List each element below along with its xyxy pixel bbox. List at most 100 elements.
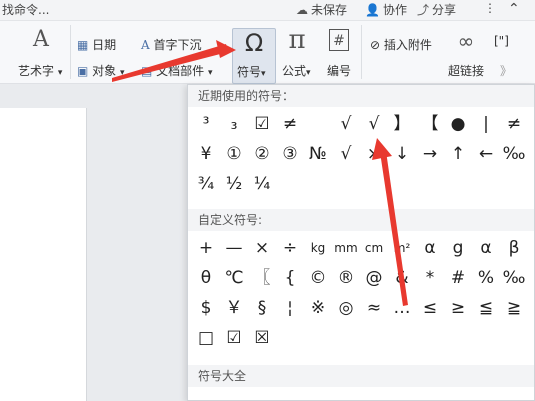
symbol-cell[interactable]: m²: [388, 235, 416, 261]
calendar-icon: ▦: [77, 38, 89, 52]
all-symbols-heading[interactable]: 符号大全: [188, 365, 534, 387]
symbol-cell[interactable]: ②: [248, 141, 276, 167]
symbol-cell[interactable]: 【: [416, 111, 444, 137]
symbol-cell[interactable]: ÷: [276, 235, 304, 261]
symbol-cell[interactable]: mm: [332, 235, 360, 261]
symbol-cell[interactable]: @: [360, 265, 388, 291]
symbol-cell[interactable]: |: [472, 111, 500, 137]
object-button[interactable]: ▣ 对象 ▾: [77, 62, 125, 79]
unsaved-status[interactable]: ☁ 未保存: [296, 1, 347, 18]
dropdown-caret-icon: ▾: [120, 68, 125, 78]
share-button[interactable]: ⤴ 分享: [417, 1, 456, 18]
symbol-cell[interactable]: ≈: [360, 295, 388, 321]
symbol-cell[interactable]: ☒: [248, 325, 276, 351]
document-parts-button[interactable]: ▤ 文档部件 ▾: [141, 62, 213, 79]
symbol-cell[interactable]: →: [416, 141, 444, 167]
dropdown-caret-icon: ▾: [208, 68, 213, 78]
symbol-cell[interactable]: ×: [360, 141, 388, 167]
symbol-cell[interactable]: #: [444, 265, 472, 291]
top-bar: 找命令... ☁ 未保存 👤 协作 ⤴ 分享 ⋮ ⌃: [0, 0, 535, 21]
symbol-cell[interactable]: …: [388, 295, 416, 321]
symbol-cell[interactable]: ①: [220, 141, 248, 167]
symbol-cell[interactable]: ‰: [500, 141, 528, 167]
symbol-cell[interactable]: ≦: [472, 295, 500, 321]
symbol-cell[interactable]: ®: [332, 265, 360, 291]
insert-attachment-button[interactable]: ⊘ 插入附件: [370, 36, 432, 53]
symbol-cell[interactable]: ≤: [416, 295, 444, 321]
symbol-cell[interactable]: $: [192, 295, 220, 321]
symbol-cell[interactable]: *: [416, 265, 444, 291]
symbol-cell[interactable]: §: [248, 295, 276, 321]
document-page[interactable]: [0, 108, 87, 401]
symbol-cell[interactable]: ↑: [444, 141, 472, 167]
symbol-cell[interactable]: [304, 111, 332, 137]
symbol-cell[interactable]: ●: [444, 111, 472, 137]
symbol-cell[interactable]: ☑: [220, 325, 248, 351]
symbol-cell[interactable]: kg: [304, 235, 332, 261]
symbol-cell[interactable]: ¥: [192, 141, 220, 167]
symbol-cell[interactable]: —: [220, 235, 248, 261]
symbol-cell[interactable]: ©: [304, 265, 332, 291]
symbol-cell[interactable]: {: [276, 265, 304, 291]
symbol-cell[interactable]: +: [192, 235, 220, 261]
symbol-cell[interactable]: ￥: [220, 295, 248, 321]
symbol-button[interactable]: Ω 符号▾: [232, 28, 276, 84]
symbol-cell[interactable]: ≠: [276, 111, 304, 137]
symbol-cell[interactable]: ₃: [220, 111, 248, 137]
symbol-cell[interactable]: ℃: [220, 265, 248, 291]
symbol-cell[interactable]: %: [472, 265, 500, 291]
symbol-cell[interactable]: θ: [192, 265, 220, 291]
more-button[interactable]: ⋮: [484, 1, 496, 15]
numbering-icon[interactable]: #: [329, 29, 349, 51]
symbol-cell[interactable]: α: [416, 235, 444, 261]
symbol-cell[interactable]: &: [388, 265, 416, 291]
symbol-cell[interactable]: ¾: [192, 171, 220, 197]
symbol-cell[interactable]: ¼: [248, 171, 276, 197]
symbol-cell[interactable]: ¦: [276, 295, 304, 321]
symbol-cell[interactable]: ×: [248, 235, 276, 261]
symbol-cell[interactable]: □: [192, 325, 220, 351]
quote-button[interactable]: ["]: [494, 34, 509, 48]
symbol-cell[interactable]: √: [332, 141, 360, 167]
date-button[interactable]: ▦ 日期: [77, 36, 116, 53]
more-ribbon-icon[interactable]: 》: [500, 62, 512, 79]
dropcap-button[interactable]: A 首字下沉: [141, 36, 202, 53]
symbol-cell[interactable]: ≥: [444, 295, 472, 321]
symbol-cell[interactable]: ³: [192, 111, 220, 137]
symbol-cell[interactable]: cm: [360, 235, 388, 261]
symbol-cell[interactable]: ◎: [332, 295, 360, 321]
wordart-icon[interactable]: A: [28, 27, 54, 52]
chevron-up-icon[interactable]: ⌃: [508, 1, 520, 17]
link-icon[interactable]: ∞: [454, 29, 478, 53]
symbol-cell[interactable]: ≧: [500, 295, 528, 321]
hyperlink-button[interactable]: 超链接: [448, 62, 484, 79]
symbol-cell[interactable]: √: [332, 111, 360, 137]
numbering-button[interactable]: 编号: [327, 62, 351, 79]
object-label: 对象: [92, 64, 117, 78]
unsaved-label: 未保存: [311, 3, 348, 17]
symbol-cell[interactable]: ←: [472, 141, 500, 167]
pi-icon[interactable]: π: [282, 25, 312, 55]
symbol-cell[interactable]: α: [472, 235, 500, 261]
cloud-icon: ☁: [296, 2, 308, 17]
wordart-button[interactable]: 艺术字 ▾: [18, 62, 62, 79]
symbol-cell[interactable]: ※: [304, 295, 332, 321]
command-search[interactable]: 找命令...: [2, 1, 49, 18]
divider: [361, 25, 362, 79]
symbol-cell[interactable]: ½: [220, 171, 248, 197]
formula-button[interactable]: 公式▾: [282, 62, 311, 79]
custom-symbols-grid: + — × ÷ kg mm cm m² α g α β θ ℃ 〖{© ® @ & * #% ‰ $ ￥ § ¦ ※ ◎ ≈… ≤ ≥ ≦ ≧…: [188, 235, 534, 357]
symbol-cell[interactable]: ③: [276, 141, 304, 167]
symbol-cell[interactable]: √: [360, 111, 388, 137]
symbol-cell[interactable]: 】: [388, 111, 416, 137]
symbol-cell[interactable]: β: [500, 235, 528, 261]
symbol-cell[interactable]: g: [444, 235, 472, 261]
user-icon: 👤: [365, 2, 380, 17]
collaborate-button[interactable]: 👤 协作: [365, 1, 407, 18]
symbol-cell[interactable]: ‰: [500, 265, 528, 291]
symbol-cell[interactable]: №: [304, 141, 332, 167]
symbol-cell[interactable]: 〖: [248, 265, 276, 291]
symbol-cell[interactable]: ↓: [388, 141, 416, 167]
symbol-cell[interactable]: ≠: [500, 111, 528, 137]
symbol-cell[interactable]: ☑: [248, 111, 276, 137]
